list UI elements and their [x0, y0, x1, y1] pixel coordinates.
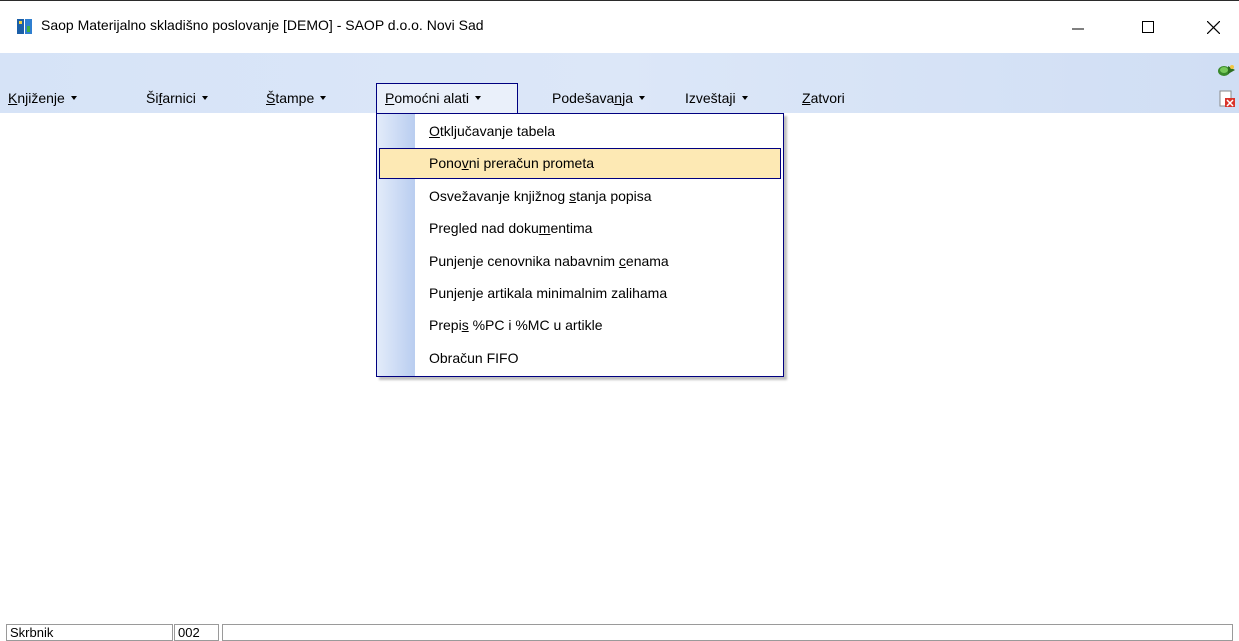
status-code: 002: [174, 624, 219, 641]
menu-accelerator: P: [385, 90, 395, 106]
menu-sifarnici[interactable]: Šifarnici: [146, 83, 208, 113]
refresh-icon[interactable]: [1216, 62, 1236, 78]
menu-item-label: %PC i %MC u artikle: [468, 317, 603, 333]
menu-label-post: atvori: [810, 90, 845, 106]
close-icon: [1206, 20, 1220, 34]
menu-accelerator: v: [461, 155, 469, 171]
minimize-icon: [1072, 28, 1084, 30]
menu-item-label: Osvežavanje knjižnog: [429, 188, 570, 204]
menu-item-label: tanja popisa: [576, 188, 652, 204]
menu-item-ponovni-preracun-prometa[interactable]: Ponovni preračun prometa: [379, 148, 781, 179]
pomocni-alati-dropdown: Otključavanje tabela Ponovni preračun pr…: [376, 113, 784, 377]
menu-item-punjenje-artikala[interactable]: Punjenje artikala minimalnim zalihama: [379, 278, 781, 309]
menu-accelerator: K: [8, 90, 18, 106]
dropdown-arrow-icon: [70, 96, 77, 101]
menu-label-pre: Podešava: [552, 90, 615, 106]
menu-item-otkljucavanje-tabela[interactable]: Otključavanje tabela: [379, 116, 781, 147]
menu-label-post: arnici: [162, 90, 196, 106]
title-bar: Saop Materijalno skladišno poslovanje [D…: [0, 0, 1239, 53]
dropdown-arrow-icon: [475, 96, 482, 101]
menu-stampe[interactable]: Štampe: [266, 83, 327, 113]
menu-accelerator: n: [614, 90, 623, 106]
menu-accelerator: m: [538, 220, 551, 236]
dropdown-arrow-icon: [741, 96, 748, 101]
menu-item-label: entima: [550, 220, 593, 236]
menu-item-label: Pono: [429, 155, 462, 171]
menu-accelerator: Z: [802, 90, 811, 106]
menu-accelerator: Š: [266, 90, 276, 106]
menu-label-post: ja: [622, 90, 633, 106]
menu-item-osvezavanje-stanja[interactable]: Osvežavanje knjižnog stanja popisa: [379, 181, 781, 212]
menu-item-pregled-dokumenata[interactable]: Pregled nad dokumentima: [379, 213, 781, 244]
menu-item-obracun-fifo[interactable]: Obračun FIFO: [379, 343, 781, 374]
menu-podesavanja[interactable]: Podešavanja: [552, 83, 645, 113]
menu-knjizenje[interactable]: Knjiženje: [8, 83, 77, 113]
menu-item-prepis-pc-mc[interactable]: Prepis %PC i %MC u artikle: [379, 310, 781, 341]
menu-item-label: Punjenje artikala minimalnim zalihama: [429, 285, 668, 301]
menu-item-label: ni preračun prometa: [468, 155, 594, 171]
maximize-icon: [1142, 21, 1154, 33]
menu-label-pre: Izveštaji: [685, 90, 736, 106]
menu-item-label: Obračun FIFO: [429, 350, 519, 366]
saop-app-icon: [17, 19, 32, 34]
menu-label-post: tampe: [275, 90, 315, 106]
menu-izvestaji[interactable]: Izveštaji: [685, 83, 748, 113]
close-window-button[interactable]: [1190, 1, 1236, 53]
menu-item-punjenje-cenovnika[interactable]: Punjenje cenovnika nabavnim cenama: [379, 246, 781, 277]
menu-label-pre: Ši: [146, 90, 159, 106]
menu-item-label: Prepi: [429, 317, 462, 333]
dropdown-arrow-icon: [320, 96, 327, 101]
menu-item-label: enama: [625, 253, 669, 269]
dropdown-arrow-icon: [638, 96, 645, 101]
status-message: [222, 624, 1233, 641]
menu-label-post: omoćni alati: [394, 90, 470, 106]
dropdown-arrow-icon: [201, 96, 208, 101]
menu-item-label: tključavanje tabela: [439, 123, 556, 139]
menu-accelerator: O: [429, 123, 440, 139]
menu-item-label: Pregled nad doku: [429, 220, 539, 236]
menu-pomocni-alati[interactable]: Pomoćni alati: [376, 83, 518, 113]
menu-accelerator: c: [618, 253, 626, 269]
window-title: Saop Materijalno skladišno poslovanje [D…: [41, 17, 484, 33]
status-user: Skrbnik: [6, 624, 173, 641]
menu-accelerator: s: [461, 317, 469, 333]
minimize-button[interactable]: [1055, 1, 1101, 53]
close-document-icon[interactable]: [1218, 90, 1236, 108]
menu-label-post: njiženje: [17, 90, 65, 106]
menu-item-label: Punjenje cenovnika nabavnim: [429, 253, 619, 269]
menu-zatvori[interactable]: Zatvori: [802, 83, 845, 113]
maximize-button[interactable]: [1125, 1, 1171, 53]
